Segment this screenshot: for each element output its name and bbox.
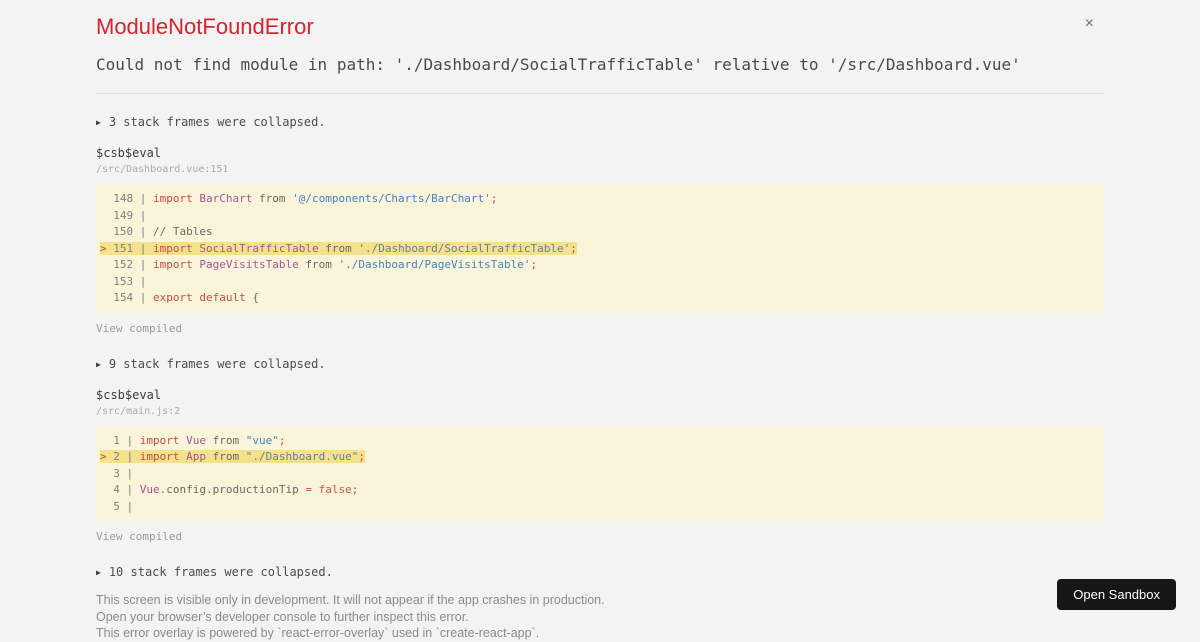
code-block: 148 | import BarChart from '@/components… [96, 185, 1104, 313]
code-line: 148 | import BarChart from '@/components… [106, 192, 498, 205]
expand-arrow-icon: ▶ [96, 359, 101, 369]
code-line: 3 | [106, 466, 140, 480]
code-line: 4 | Vue.config.productionTip = false; [106, 483, 359, 496]
frame-function-name: $csb$eval [96, 387, 162, 402]
expand-arrow-icon: ▶ [96, 118, 101, 127]
stack-frame-2: $csb$eval /src/main.js:2 1 | import Vue … [96, 388, 1104, 545]
frame-file-location: /src/main.js:2 [96, 405, 181, 417]
footer-line: Open your browser’s developer console to… [96, 609, 469, 624]
close-icon[interactable]: × [1085, 16, 1094, 32]
view-compiled-link[interactable]: View compiled [96, 322, 182, 336]
code-line: 153 | [106, 274, 153, 288]
code-line: > 151 | import SocialTrafficTable from '… [100, 241, 577, 255]
divider [96, 93, 1104, 94]
code-line: 149 | [106, 208, 153, 222]
collapsed-frames-toggle-2[interactable]: ▶ 9 stack frames were collapsed. [96, 357, 1104, 371]
code-line: 5 | [106, 499, 140, 513]
collapsed-frames-label: 10 stack frames were collapsed. [108, 565, 333, 579]
code-block: 1 | import Vue from "vue"; > 2 | import A… [96, 426, 1104, 521]
collapsed-frames-label: 9 stack frames were collapsed. [108, 356, 326, 371]
collapsed-frames-label: 3 stack frames were collapsed. [108, 115, 326, 129]
code-line: 150 | // Tables [106, 225, 213, 238]
open-sandbox-button[interactable]: Open Sandbox [1057, 579, 1176, 610]
code-line: > 2 | import App from "./Dashboard.vue"; [100, 450, 365, 463]
frame-file-location: /src/Dashboard.vue:151 [96, 164, 229, 175]
footer-line: This screen is visible only in developme… [96, 593, 605, 607]
code-line: 152 | import PageVisitsTable from './Das… [106, 258, 538, 271]
footer-notes: This screen is visible only in developme… [96, 592, 1104, 642]
stack-frame-1: $csb$eval /src/Dashboard.vue:151 148 | i… [96, 146, 1104, 336]
footer-line: This error overlay is powered by `react-… [96, 626, 540, 640]
error-message: Could not find module in path: './Dashbo… [96, 55, 1021, 74]
collapsed-frames-toggle-1[interactable]: ▶ 3 stack frames were collapsed. [96, 115, 1104, 129]
collapsed-frames-toggle-3[interactable]: ▶ 10 stack frames were collapsed. [96, 565, 1104, 579]
expand-arrow-icon: ▶ [96, 568, 101, 577]
error-title: ModuleNotFoundError [96, 14, 314, 39]
code-line: 1 | import Vue from "vue"; [106, 433, 286, 447]
view-compiled-link[interactable]: View compiled [96, 530, 182, 544]
frame-function-name: $csb$eval [96, 146, 162, 160]
code-line: 154 | export default { [106, 291, 259, 304]
error-overlay: ModuleNotFoundError × Could not find mod… [0, 0, 1200, 642]
